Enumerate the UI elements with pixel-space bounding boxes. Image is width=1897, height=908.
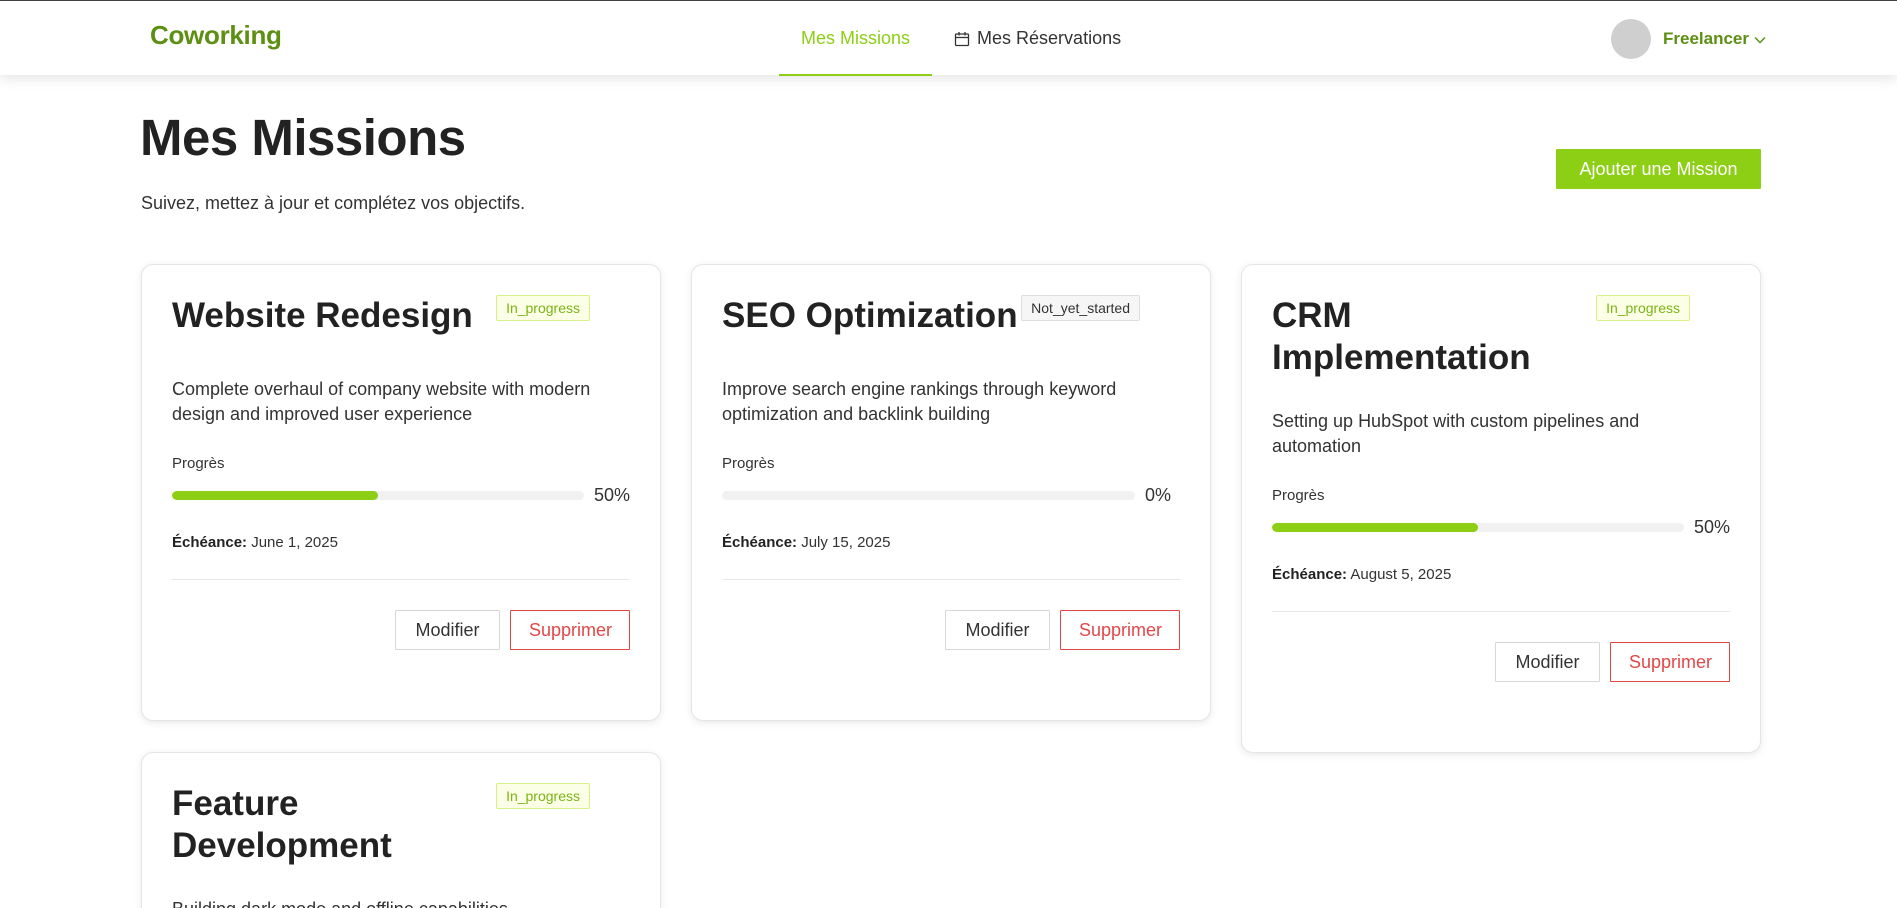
delete-button[interactable]: Supprimer bbox=[1610, 642, 1730, 682]
progress-row: 50% bbox=[172, 485, 630, 506]
delete-button[interactable]: Supprimer bbox=[510, 610, 630, 650]
progress-label: Progrès bbox=[172, 455, 225, 472]
brand-logo[interactable]: Coworking bbox=[150, 20, 282, 51]
edit-button[interactable]: Modifier bbox=[395, 610, 500, 650]
card-divider bbox=[172, 579, 630, 580]
progress-track bbox=[722, 491, 1135, 500]
add-mission-button[interactable]: Ajouter une Mission bbox=[1556, 149, 1761, 189]
progress-fill bbox=[172, 491, 378, 500]
edit-button[interactable]: Modifier bbox=[1495, 642, 1600, 682]
due-value: July 15, 2025 bbox=[801, 534, 891, 551]
card-actions: Modifier Supprimer bbox=[1272, 642, 1730, 752]
mission-card-header: SEO Optimization Not_yet_started bbox=[722, 295, 1180, 347]
due-date: Échéance: June 1, 2025 bbox=[172, 534, 630, 551]
mission-card-header: Website Redesign In_progress bbox=[172, 295, 630, 347]
card-divider bbox=[1272, 611, 1730, 612]
status-badge: In_progress bbox=[496, 783, 590, 809]
main-nav: Mes Missions Mes Réservations bbox=[779, 1, 1143, 76]
page-subtitle: Suivez, mettez à jour et complétez vos o… bbox=[141, 193, 526, 213]
mission-card-header: Feature Development In_progress bbox=[172, 783, 630, 867]
mission-card: Website Redesign In_progress Complete ov… bbox=[141, 264, 661, 721]
nav-tab-missions[interactable]: Mes Missions bbox=[779, 1, 933, 76]
progress-label: Progrès bbox=[722, 455, 775, 472]
progress-label: Progrès bbox=[1272, 487, 1325, 504]
delete-button[interactable]: Supprimer bbox=[1060, 610, 1180, 650]
due-value: June 1, 2025 bbox=[251, 534, 338, 551]
user-menu[interactable]: Freelancer bbox=[1611, 19, 1766, 59]
user-name[interactable]: Freelancer bbox=[1663, 29, 1749, 49]
nav-tab-reservations[interactable]: Mes Réservations bbox=[932, 1, 1143, 76]
due-date: Échéance: July 15, 2025 bbox=[722, 534, 1180, 551]
due-value: August 5, 2025 bbox=[1350, 566, 1452, 583]
status-badge: In_progress bbox=[1596, 295, 1690, 321]
progress-track bbox=[172, 491, 584, 500]
progress-fill bbox=[1272, 523, 1478, 532]
edit-button[interactable]: Modifier bbox=[945, 610, 1050, 650]
progress-percent: 50% bbox=[593, 485, 630, 505]
progress-percent: 0% bbox=[1145, 485, 1172, 505]
card-actions: Modifier Supprimer bbox=[172, 610, 630, 720]
status-badge: Not_yet_started bbox=[1021, 295, 1140, 321]
progress-percent: 50% bbox=[1693, 517, 1730, 537]
mission-description: Building dark mode and offline capabilit… bbox=[172, 897, 630, 908]
calendar-icon bbox=[954, 31, 970, 47]
status-badge: In_progress bbox=[496, 295, 590, 321]
mission-card: Feature Development In_progress Building… bbox=[141, 752, 661, 908]
chevron-down-icon[interactable] bbox=[1754, 36, 1766, 44]
mission-card: CRM Implementation In_progress Setting u… bbox=[1241, 264, 1761, 753]
progress-row: 50% bbox=[1272, 517, 1730, 538]
mission-description: Complete overhaul of company website wit… bbox=[172, 379, 591, 424]
mission-description: Setting up HubSpot with custom pipelines… bbox=[1272, 411, 1640, 456]
top-navbar: Coworking Mes Missions Mes Réservations … bbox=[0, 0, 1897, 76]
due-label: Échéance: bbox=[1272, 566, 1348, 583]
card-actions: Modifier Supprimer bbox=[722, 610, 1180, 720]
card-divider bbox=[722, 579, 1180, 580]
due-label: Échéance: bbox=[722, 534, 798, 551]
mission-card-header: CRM Implementation In_progress bbox=[1272, 295, 1730, 379]
mission-description: Improve search engine rankings through k… bbox=[722, 379, 1117, 424]
avatar[interactable] bbox=[1611, 19, 1651, 59]
due-date: Échéance: August 5, 2025 bbox=[1272, 566, 1730, 583]
progress-track bbox=[1272, 523, 1684, 532]
progress-row: 0% bbox=[722, 485, 1180, 506]
mission-card: SEO Optimization Not_yet_started Improve… bbox=[691, 264, 1211, 721]
page-title: Mes Missions bbox=[140, 109, 466, 166]
nav-tab-missions-label: Mes Missions bbox=[801, 28, 911, 48]
due-label: Échéance: bbox=[172, 534, 248, 551]
nav-tab-reservations-label: Mes Réservations bbox=[977, 28, 1122, 48]
